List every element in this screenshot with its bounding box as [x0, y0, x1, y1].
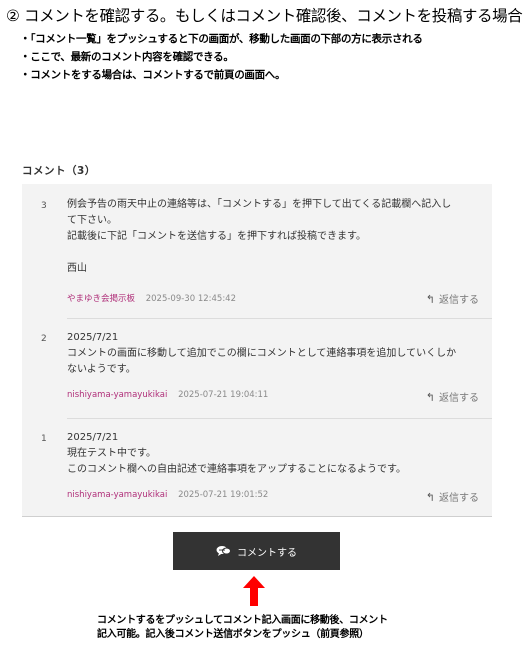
- instruction-item: ・「コメント一覧」をプッシュすると下の画面が、移動した画面の下部の方に表示される: [20, 33, 423, 45]
- instruction-list: ・「コメント一覧」をプッシュすると下の画面が、移動した画面の下部の方に表示される…: [20, 30, 423, 84]
- comment-author-link[interactable]: nishiyama-yamayukikai: [67, 390, 167, 400]
- comment-button-label: コメントする: [237, 547, 297, 559]
- comment-line: 西山: [67, 263, 87, 274]
- comment-line: ないようです。: [67, 364, 136, 375]
- comment-line: て下さい。: [67, 215, 117, 226]
- reply-arrow-icon: ↰: [425, 293, 435, 306]
- reply-label: 返信する: [439, 295, 479, 306]
- comment-number: 1: [41, 434, 47, 444]
- instruction-item: ・ここで、最新のコメント内容を確認できる。: [20, 51, 234, 63]
- comment-body: 例会予告の雨天中止の連絡等は、「コメントする」を押下して出てくる記載欄へ記入し …: [67, 197, 487, 277]
- speech-bubble-icon: [216, 545, 231, 557]
- page-heading: ② コメントを確認する。もしくはコメント確認後、コメントを投稿する場合: [6, 7, 523, 25]
- comment-line: 記載後に下記「コメントを送信する」を押下すれば投稿できます。: [67, 231, 366, 242]
- comment-divider: [67, 318, 492, 319]
- comment-button[interactable]: コメントする: [173, 532, 340, 570]
- reply-link[interactable]: ↰ 返信する: [426, 489, 479, 504]
- comment-meta: nishiyama-yamayukikai 2025-07-21 19:01:5…: [67, 490, 268, 500]
- reply-label: 返信する: [439, 393, 479, 404]
- comments-title: コメント（3）: [22, 165, 96, 177]
- comment-date: 2025-07-21 19:04:11: [178, 390, 269, 400]
- instruction-item: ・コメントをする場合は、コメントするで前頁の画面へ。: [20, 69, 286, 81]
- instruction-note: コメントするをプッシュしてコメント記入画面に移動後、コメント 記入可能。記入後コ…: [97, 614, 388, 642]
- comment-line: 2025/7/21: [67, 432, 119, 443]
- comment-body: 2025/7/21 コメントの画面に移動して追加でこの欄にコメントとして連絡事項…: [67, 330, 487, 378]
- comment-line: コメントの画面に移動して追加でこの欄にコメントとして連絡事項を追加していくしか: [67, 348, 457, 359]
- comment-date: 2025-09-30 12:45:42: [145, 294, 236, 304]
- comment-divider: [67, 418, 492, 419]
- comment-line: 2025/7/21: [67, 332, 119, 343]
- reply-link[interactable]: ↰ 返信する: [426, 291, 479, 306]
- comment-line: 例会予告の雨天中止の連絡等は、「コメントする」を押下して出てくる記載欄へ記入し: [67, 199, 452, 210]
- comment-body: 2025/7/21 現在テスト中です。 このコメント欄への自由記述で連絡事項をア…: [67, 430, 487, 478]
- comment-line: このコメント欄への自由記述で連絡事項をアップすることになるようです。: [67, 464, 406, 475]
- reply-link[interactable]: ↰ 返信する: [426, 389, 479, 404]
- comment-number: 3: [41, 201, 47, 211]
- red-up-arrow-icon: [243, 576, 265, 610]
- comment-author-link[interactable]: nishiyama-yamayukikai: [67, 490, 167, 500]
- comment-meta: nishiyama-yamayukikai 2025-07-21 19:04:1…: [67, 390, 268, 400]
- reply-arrow-icon: ↰: [425, 391, 435, 404]
- note-line: コメントするをプッシュしてコメント記入画面に移動後、コメント: [97, 615, 388, 626]
- comment-date: 2025-07-21 19:01:52: [178, 490, 269, 500]
- reply-label: 返信する: [439, 493, 479, 504]
- note-line: 記入可能。記入後コメント送信ボタンをプッシュ（前頁参照）: [97, 629, 369, 640]
- comment-author-link[interactable]: やまゆき会掲示板: [67, 294, 135, 304]
- comment-meta: やまゆき会掲示板 2025-09-30 12:45:42: [67, 292, 236, 304]
- comment-line: 現在テスト中です。: [67, 448, 156, 459]
- comment-list: 3 例会予告の雨天中止の連絡等は、「コメントする」を押下して出てくる記載欄へ記入…: [22, 184, 492, 517]
- comment-line: [67, 245, 487, 261]
- reply-arrow-icon: ↰: [425, 491, 435, 504]
- comment-number: 2: [41, 334, 47, 344]
